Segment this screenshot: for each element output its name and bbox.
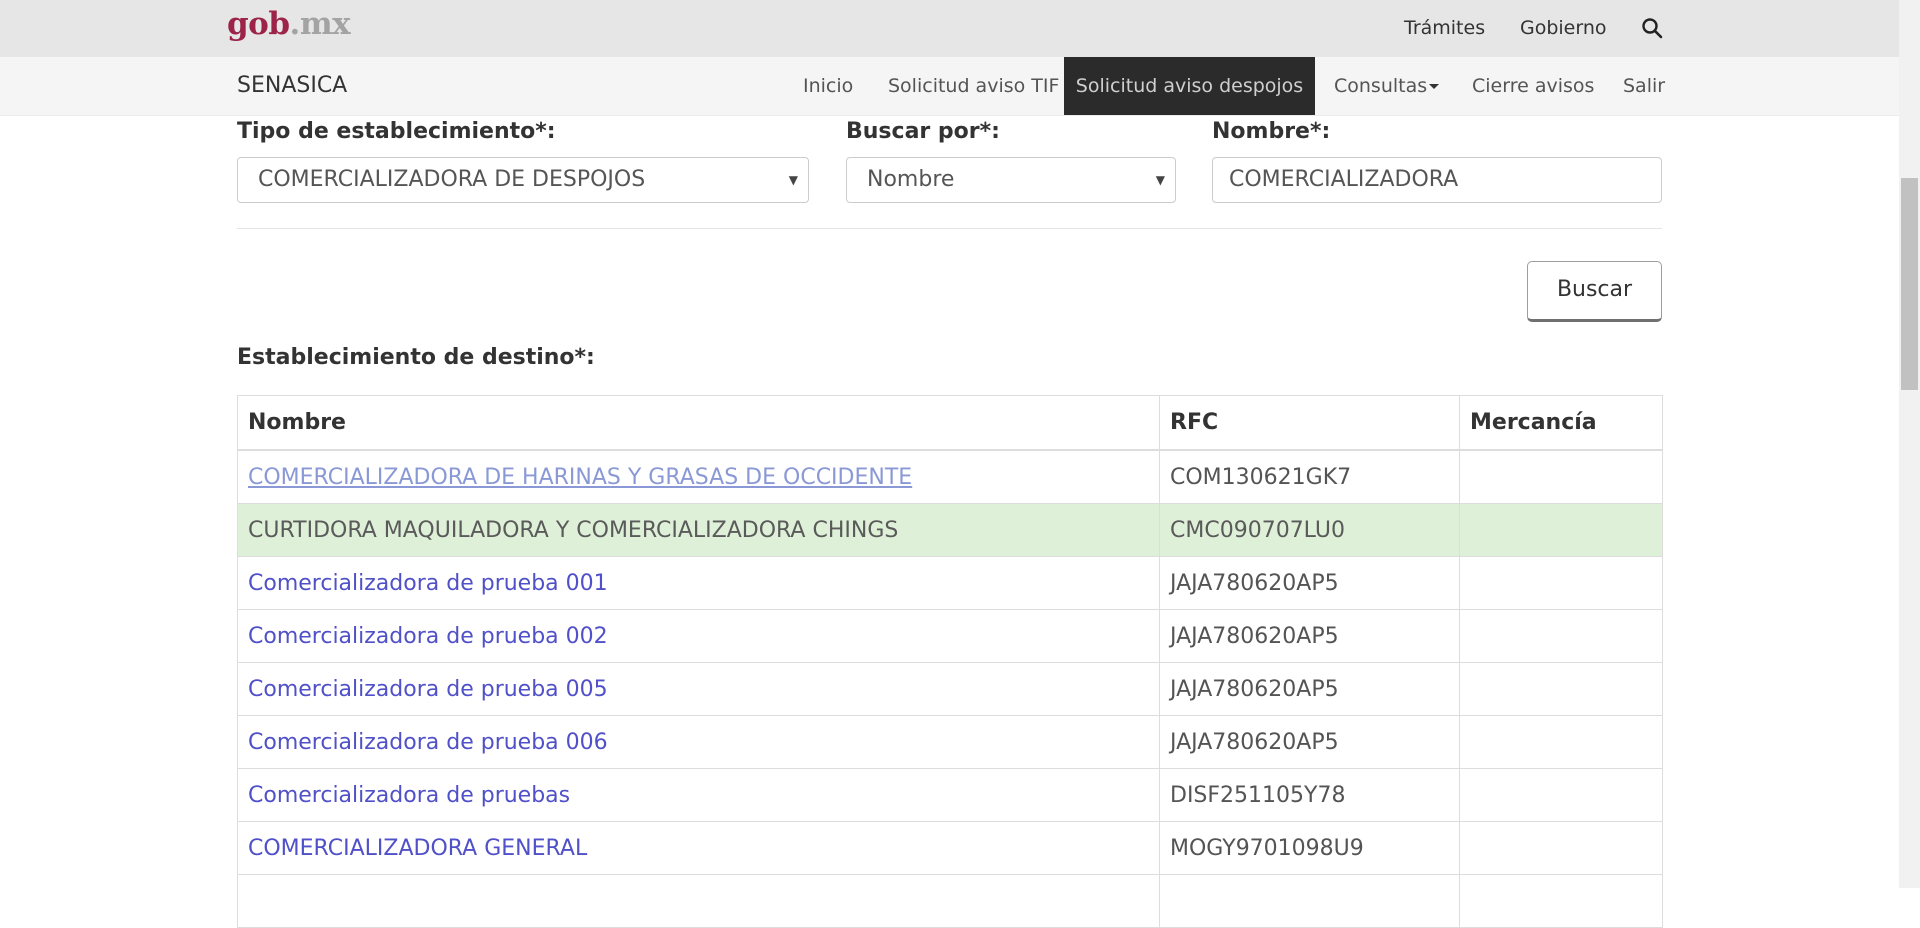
column-header-nombre: Nombre [237,395,1160,451]
main-navbar: SENASICA Inicio Solicitud aviso TIF Soli… [0,57,1899,116]
row-name-link[interactable]: Comercializadora de prueba 006 [237,715,1160,769]
nombre-input[interactable]: COMERCIALIZADORA [1212,157,1662,203]
row-name-link[interactable]: COMERCIALIZADORA GENERAL [237,821,1160,875]
row-rfc: CMC090707LU0 [1159,503,1460,557]
row-rfc: COM130621GK7 [1159,449,1460,504]
row-rfc: JAJA780620AP5 [1159,609,1460,663]
row-name-link[interactable]: Comercializadora de prueba 005 [237,662,1160,716]
table-row[interactable]: COMERCIALIZADORA DE HARINAS Y GRASAS DE … [237,449,1663,504]
scrollbar-thumb[interactable] [1901,178,1918,390]
table-row[interactable]: Comercializadora de prueba 001 JAJA78062… [237,556,1663,610]
row-rfc: JAJA780620AP5 [1159,715,1460,769]
row-mercancia [1459,609,1663,663]
table-row[interactable]: Comercializadora de prueba 002 JAJA78062… [237,609,1663,663]
row-name-link[interactable]: Comercializadora de prueba 002 [237,609,1160,663]
gob-header: gob.mx Trámites Gobierno [0,0,1899,57]
nav-consultas[interactable]: Consultas [1334,57,1440,115]
row-name[interactable]: CURTIDORA MAQUILADORA Y COMERCIALIZADORA… [237,503,1160,557]
table-row[interactable]: Comercializadora de prueba 005 JAJA78062… [237,662,1663,716]
select-arrow-icon: ▼ [788,173,798,187]
row-rfc [1159,874,1460,928]
gob-logo[interactable]: gob.mx [227,6,351,42]
results-title: Establecimiento de destino*: [237,345,595,370]
select-arrow-icon: ▼ [1155,173,1165,187]
buscar-por-label: Buscar por*: [846,119,1000,144]
results-table: Nombre RFC Mercancía COMERCIALIZADORA DE… [237,395,1663,928]
row-mercancia [1459,715,1663,769]
table-row[interactable] [237,874,1663,928]
column-header-rfc: RFC [1159,395,1460,451]
tramites-link[interactable]: Trámites [1404,17,1485,39]
nav-solicitud-aviso-despojos[interactable]: Solicitud aviso despojos [1064,57,1315,115]
nav-solicitud-aviso-tif[interactable]: Solicitud aviso TIF [888,57,1059,115]
table-row-selected[interactable]: CURTIDORA MAQUILADORA Y COMERCIALIZADORA… [237,503,1663,557]
row-mercancia [1459,449,1663,504]
vertical-scrollbar[interactable] [1899,0,1920,888]
tipo-establecimiento-label: Tipo de establecimiento*: [237,119,556,144]
row-name-link[interactable]: COMERCIALIZADORA DE HARINAS Y GRASAS DE … [237,449,1160,504]
row-mercancia [1459,874,1663,928]
caret-down-icon [1429,84,1440,89]
row-mercancia [1459,768,1663,822]
row-rfc: MOGY9701098U9 [1159,821,1460,875]
navbar-brand[interactable]: SENASICA [237,73,347,98]
gobierno-link[interactable]: Gobierno [1520,17,1607,39]
tipo-establecimiento-select[interactable]: COMERCIALIZADORA DE DESPOJOS ▼ [237,157,809,203]
nav-consultas-label: Consultas [1334,75,1428,97]
buscar-por-select[interactable]: Nombre ▼ [846,157,1176,203]
row-mercancia [1459,556,1663,610]
buscar-button[interactable]: Buscar [1527,261,1662,322]
tipo-establecimiento-value: COMERCIALIZADORA DE DESPOJOS [258,167,646,192]
table-row[interactable]: COMERCIALIZADORA GENERAL MOGY9701098U9 [237,821,1663,875]
row-name-link[interactable] [237,874,1160,928]
row-rfc: JAJA780620AP5 [1159,662,1460,716]
row-mercancia [1459,503,1663,557]
search-icon[interactable] [1640,16,1664,40]
nav-cierre-avisos[interactable]: Cierre avisos [1472,57,1594,115]
row-name-link[interactable]: Comercializadora de prueba 001 [237,556,1160,610]
nav-salir[interactable]: Salir [1623,57,1665,115]
nombre-label: Nombre*: [1212,119,1331,144]
table-row[interactable]: Comercializadora de pruebas DISF251105Y7… [237,768,1663,822]
row-name-link[interactable]: Comercializadora de pruebas [237,768,1160,822]
table-header-row: Nombre RFC Mercancía [237,395,1663,451]
row-mercancia [1459,662,1663,716]
table-row[interactable]: Comercializadora de prueba 006 JAJA78062… [237,715,1663,769]
buscar-por-value: Nombre [867,167,955,192]
row-rfc: DISF251105Y78 [1159,768,1460,822]
form-divider [237,228,1662,229]
row-mercancia [1459,821,1663,875]
nav-inicio[interactable]: Inicio [803,57,853,115]
row-rfc: JAJA780620AP5 [1159,556,1460,610]
column-header-mercancia: Mercancía [1459,395,1663,451]
